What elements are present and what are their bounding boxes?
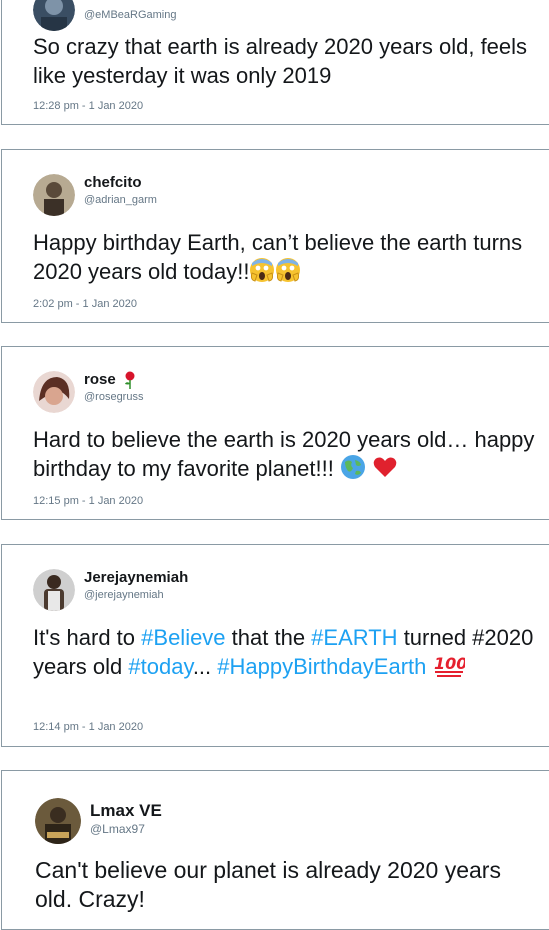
scream-emoji-icon bbox=[276, 258, 301, 282]
user-name[interactable]: Lmax VE bbox=[90, 801, 162, 821]
avatar[interactable] bbox=[33, 0, 75, 31]
user-name[interactable]: rose bbox=[84, 371, 143, 389]
hashtag-link[interactable]: #HappyBirthdayEarth bbox=[217, 654, 426, 679]
globe-emoji-icon bbox=[340, 455, 365, 479]
tweet-card[interactable]: Jerejaynemiah @jerejaynemiah It's hard t… bbox=[1, 544, 549, 747]
avatar[interactable] bbox=[33, 174, 75, 216]
tweet-timestamp[interactable]: 12:15 pm - 1 Jan 2020 bbox=[33, 495, 143, 507]
tweet-header: Jerejaynemiah @jerejaynemiah bbox=[33, 569, 188, 611]
tweet-timestamp[interactable]: 2:02 pm - 1 Jan 2020 bbox=[33, 298, 137, 310]
tweet-header: rose @rosegruss bbox=[33, 371, 143, 413]
tweet-timestamp[interactable]: 12:28 pm - 1 Jan 2020 bbox=[33, 100, 143, 112]
user-handle[interactable]: @Lmax97 bbox=[90, 822, 162, 836]
user-handle[interactable]: @adrian_garm bbox=[84, 193, 157, 207]
tweet-card[interactable]: @eMBeaRGaming So crazy that earth is alr… bbox=[1, 0, 549, 125]
tweet-header: Lmax VE @Lmax97 bbox=[35, 798, 162, 844]
hashtag-link[interactable]: #EARTH bbox=[311, 625, 397, 650]
hundred-points-emoji-icon: 100 bbox=[434, 654, 465, 677]
tweet-text: It's hard to #Believe that the #EARTH tu… bbox=[33, 623, 541, 681]
tweet-text: So crazy that earth is already 2020 year… bbox=[33, 34, 534, 88]
text-segment: that the bbox=[225, 625, 312, 650]
user-handle[interactable]: @rosegruss bbox=[84, 390, 143, 404]
tweet-card[interactable]: chefcito @adrian_garm Happy birthday Ear… bbox=[1, 149, 549, 323]
hashtag-link[interactable]: #Believe bbox=[141, 625, 225, 650]
heart-emoji-icon bbox=[373, 457, 397, 477]
tweet-timestamp[interactable]: 12:14 pm - 1 Jan 2020 bbox=[33, 721, 143, 733]
user-name-text: rose bbox=[84, 371, 116, 388]
user-handle[interactable]: @eMBeaRGaming bbox=[84, 8, 176, 22]
tweet-text: Happy birthday Earth, can’t believe the … bbox=[33, 228, 541, 286]
rose-emoji-icon bbox=[124, 371, 135, 389]
svg-text:100: 100 bbox=[434, 654, 465, 673]
tweet-card[interactable]: rose @rosegruss Hard to believe the eart… bbox=[1, 346, 549, 520]
avatar[interactable] bbox=[33, 569, 75, 611]
avatar[interactable] bbox=[33, 371, 75, 413]
user-name[interactable]: chefcito bbox=[84, 174, 157, 192]
user-name[interactable]: Jerejaynemiah bbox=[84, 569, 188, 587]
tweet-card[interactable]: Lmax VE @Lmax97 Can't believe our planet… bbox=[1, 770, 549, 930]
text-segment: ... bbox=[192, 654, 218, 679]
user-handle[interactable]: @jerejaynemiah bbox=[84, 588, 188, 602]
scream-emoji-icon bbox=[250, 258, 275, 282]
tweet-text: Hard to believe the earth is 2020 years … bbox=[33, 425, 541, 483]
tweet-header: @eMBeaRGaming bbox=[33, 0, 176, 31]
text-segment: It's hard to bbox=[33, 625, 142, 650]
tweet-text-body: Hard to believe the earth is 2020 years … bbox=[33, 427, 541, 481]
hashtag-link[interactable]: #today bbox=[128, 654, 192, 679]
tweet-header: chefcito @adrian_garm bbox=[33, 174, 157, 216]
avatar[interactable] bbox=[35, 798, 81, 844]
tweet-text: Can't believe our planet is already 2020… bbox=[35, 857, 508, 912]
